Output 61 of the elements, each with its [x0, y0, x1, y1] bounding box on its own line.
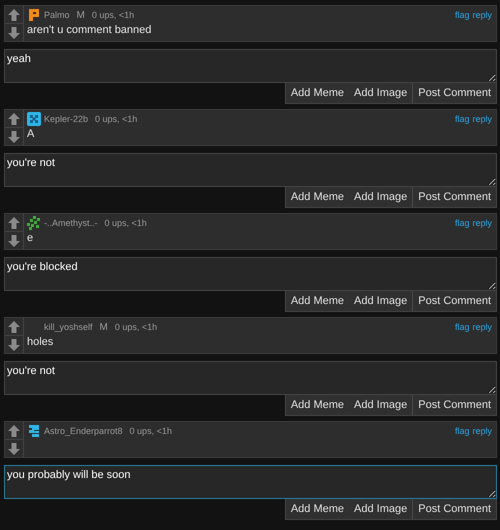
username-link[interactable]: kill_yoshself	[44, 322, 93, 332]
username-link[interactable]: Astro_Enderparrot8	[44, 426, 123, 436]
comment-action-button[interactable]: Post Comment	[412, 291, 496, 311]
comment-action-link[interactable]: reply	[472, 10, 492, 20]
username-link[interactable]: -..Amethyst..-	[44, 218, 98, 228]
comment-text: e	[27, 232, 34, 244]
comment-action-button[interactable]: Add Meme	[286, 395, 350, 415]
up-arrow-icon	[8, 8, 20, 20]
comment-action-button[interactable]: Add Meme	[286, 499, 350, 519]
down-arrow-icon	[8, 26, 20, 38]
downvote-button[interactable]	[5, 335, 23, 353]
user-rank-label: M	[100, 322, 108, 332]
reply-field[interactable]: you're blocked	[4, 257, 497, 291]
down-arrow-icon	[8, 338, 20, 350]
comment-action-link[interactable]: reply	[472, 322, 492, 332]
down-arrow-icon	[8, 130, 20, 142]
comment-action-button[interactable]: Post Comment	[412, 187, 496, 207]
comment-action-button[interactable]: Post Comment	[412, 83, 496, 103]
comment-action-link[interactable]: flag	[454, 426, 470, 436]
comment-text: aren't u comment banned	[27, 24, 152, 36]
reply-field[interactable]: yeah	[4, 49, 497, 83]
comment-action-button[interactable]: Add Image	[349, 395, 412, 415]
comment-action-button[interactable]: Post Comment	[412, 395, 496, 415]
comment-action-link[interactable]: flag	[454, 10, 470, 20]
downvote-button[interactable]	[5, 231, 23, 249]
comment-action-button[interactable]: Add Image	[349, 499, 412, 519]
comment-action-button[interactable]: Add Image	[349, 187, 412, 207]
comment-action-button[interactable]: Add Image	[349, 291, 412, 311]
comment-action-button[interactable]: Add Meme	[286, 187, 350, 207]
comment-meta: 0 ups, <1h	[114, 322, 158, 332]
reply-field[interactable]: you're not	[4, 361, 497, 395]
comment-action-link[interactable]: reply	[472, 218, 492, 228]
downvote-button[interactable]	[5, 439, 23, 457]
comment-action-button[interactable]: Add Meme	[286, 83, 350, 103]
comment-meta: 0 ups, <1h	[95, 114, 138, 124]
comment-action-link[interactable]: flag	[454, 114, 470, 124]
reply-field[interactable]: you probably will be soon	[4, 465, 497, 499]
up-arrow-icon	[8, 424, 20, 436]
downvote-button[interactable]	[5, 23, 23, 41]
up-arrow-icon	[8, 112, 20, 124]
username-link[interactable]: Kepler-22b	[44, 114, 88, 124]
comment-action-button[interactable]: Add Meme	[286, 291, 350, 311]
up-arrow-icon	[8, 216, 20, 228]
comment-text: A	[27, 128, 36, 140]
down-arrow-icon	[8, 442, 20, 454]
user-rank-label: M	[76, 10, 85, 20]
comment-meta: 0 ups, <1h	[104, 218, 147, 228]
up-arrow-icon	[8, 320, 20, 332]
comment-meta: 0 ups, <1h	[130, 426, 172, 436]
reply-field[interactable]: you're not	[4, 153, 497, 187]
username-link[interactable]: Palmo	[44, 10, 70, 20]
comment-text: holes	[27, 336, 54, 348]
downvote-button[interactable]	[5, 127, 23, 145]
comment-action-button[interactable]: Add Image	[349, 83, 412, 103]
comment-meta: 0 ups, <1h	[92, 10, 134, 20]
comment-action-link[interactable]: flag	[454, 322, 470, 332]
down-arrow-icon	[8, 234, 20, 246]
comment-action-link[interactable]: reply	[472, 426, 492, 436]
comment-action-link[interactable]: reply	[472, 114, 492, 124]
comment-action-link[interactable]: flag	[454, 218, 470, 228]
comment-action-button[interactable]: Post Comment	[412, 499, 496, 519]
